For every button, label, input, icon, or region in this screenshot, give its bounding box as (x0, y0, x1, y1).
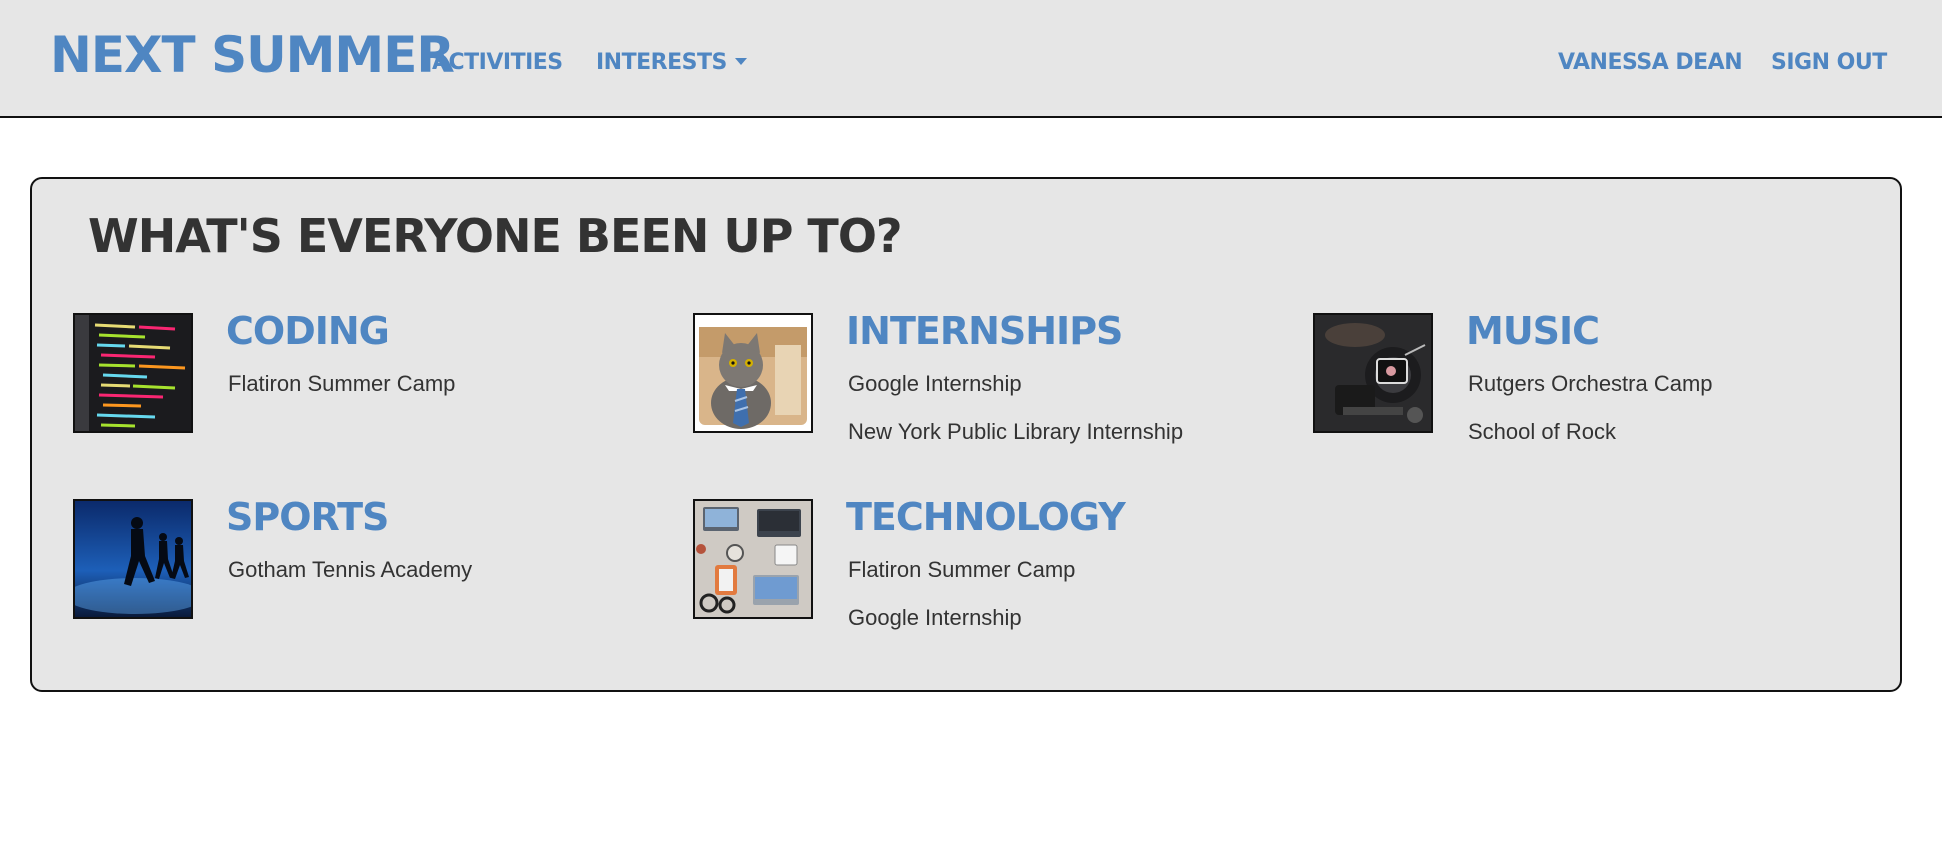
activity-item[interactable]: Google Internship (848, 371, 1183, 419)
activity-item[interactable]: Rutgers Orchestra Camp (1468, 371, 1713, 419)
category-card-internships: INTERNSHIPS Google Internship New York P… (693, 309, 1293, 463)
nav-signout-link[interactable]: SIGN OUT (1771, 50, 1887, 75)
category-title-internships[interactable]: INTERNSHIPS (846, 309, 1123, 353)
category-title-coding[interactable]: CODING (226, 309, 390, 353)
activity-item[interactable]: Flatiron Summer Camp (848, 557, 1075, 605)
page-title: WHAT'S EVERYONE BEEN UP TO? (88, 209, 903, 263)
category-card-coding: CODING Flatiron Summer Camp (73, 309, 673, 463)
camera-gear-image[interactable] (1313, 313, 1433, 433)
category-title-technology[interactable]: TECHNOLOGY (846, 495, 1126, 539)
activity-item[interactable]: Flatiron Summer Camp (228, 371, 455, 419)
category-items-sports: Gotham Tennis Academy (228, 557, 472, 605)
category-items-technology: Flatiron Summer Camp Google Internship (848, 557, 1075, 653)
category-title-sports[interactable]: SPORTS (226, 495, 389, 539)
category-card-music: MUSIC Rutgers Orchestra Camp School of R… (1313, 309, 1913, 463)
nav-interests-label: INTERESTS (596, 50, 727, 75)
nav-activities-link[interactable]: ACTIVITIES (432, 50, 563, 75)
activity-item[interactable]: Gotham Tennis Academy (228, 557, 472, 605)
category-items-internships: Google Internship New York Public Librar… (848, 371, 1183, 467)
nav-user-link[interactable]: VANESSA DEAN (1558, 50, 1743, 75)
desk-laptops-image[interactable] (693, 499, 813, 619)
runners-image[interactable] (73, 499, 193, 619)
category-title-music[interactable]: MUSIC (1466, 309, 1600, 353)
category-card-sports: SPORTS Gotham Tennis Academy (73, 495, 673, 649)
category-items-music: Rutgers Orchestra Camp School of Rock (1468, 371, 1713, 467)
caret-down-icon (734, 57, 747, 65)
activity-item[interactable]: New York Public Library Internship (848, 419, 1183, 467)
category-items-coding: Flatiron Summer Camp (228, 371, 455, 419)
top-navbar: NEXT SUMMER ACTIVITIES INTERESTS VANESSA… (0, 0, 1942, 118)
category-card-technology: TECHNOLOGY Flatiron Summer Camp Google I… (693, 495, 1293, 649)
nav-interests-dropdown[interactable]: INTERESTS (596, 50, 747, 75)
code-screen-image[interactable] (73, 313, 193, 433)
cat-in-tie-image[interactable] (693, 313, 813, 433)
activity-panel: WHAT'S EVERYONE BEEN UP TO? CODING Flati… (30, 177, 1902, 692)
brand-logo[interactable]: NEXT SUMMER (50, 26, 455, 84)
activity-item[interactable]: School of Rock (1468, 419, 1713, 467)
activity-item[interactable]: Google Internship (848, 605, 1075, 653)
